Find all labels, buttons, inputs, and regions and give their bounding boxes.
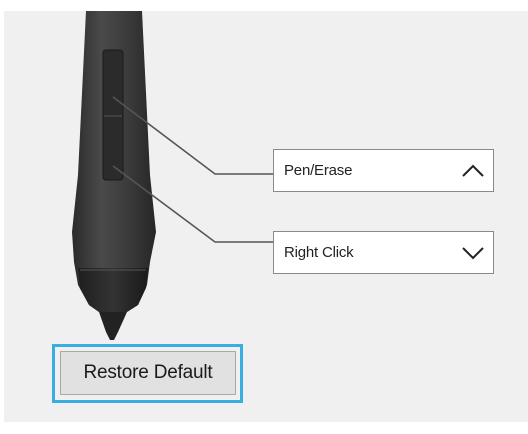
pen-grip (78, 268, 148, 312)
restore-default-button[interactable]: Restore Default (60, 351, 236, 395)
chevron-up-icon[interactable] (453, 150, 493, 191)
upper-button-dropdown[interactable]: Pen/Erase (273, 149, 494, 192)
pen-nib (99, 312, 127, 340)
upper-button-value: Pen/Erase (284, 162, 353, 179)
lower-button-value: Right Click (284, 244, 354, 261)
side-switch (102, 49, 124, 181)
chevron-down-icon[interactable] (453, 232, 493, 273)
lower-button-dropdown[interactable]: Right Click (273, 231, 494, 274)
